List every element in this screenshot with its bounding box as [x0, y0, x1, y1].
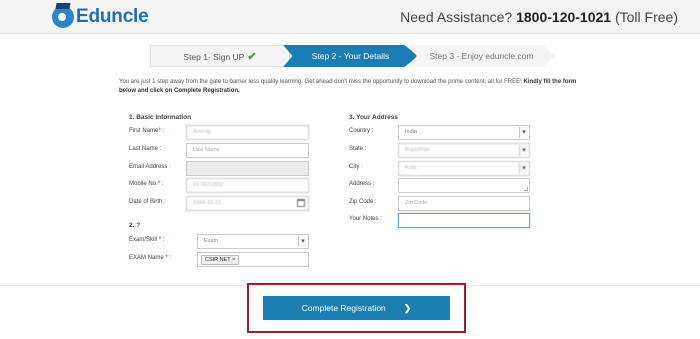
city-select[interactable]: Kota	[398, 161, 530, 176]
assistance-info: Need Assistance? 1800-120-1021 (Toll Fre…	[400, 9, 678, 25]
top-header: Eduncle Need Assistance? 1800-120-1021 (…	[0, 0, 700, 34]
assistance-label: Need Assistance?	[400, 9, 513, 25]
notes-row: Your Notes :	[349, 213, 530, 228]
city-label: City :	[349, 164, 363, 170]
exam-skill-select[interactable]: Exam	[197, 234, 309, 249]
dob-value: 1984-10-21	[193, 200, 222, 206]
complete-registration-button[interactable]: Complete Registration ❯	[263, 296, 450, 320]
tag-remove-icon[interactable]: ×	[232, 257, 235, 263]
exam-skill-label: Exam/Skill * :	[129, 237, 165, 243]
exam-name-input[interactable]: CSIR NET ×	[197, 252, 309, 267]
step-1-label: Step 1- Sign UP	[183, 52, 245, 62]
toll-free-label: (Toll Free)	[614, 9, 678, 25]
first-name-row: First Name* : Anurag	[129, 125, 309, 140]
email-input[interactable]	[186, 161, 309, 176]
intro-text: You are just 1 step away from the gate t…	[119, 78, 589, 96]
step-2-label: Step 2 - Your Details	[311, 51, 390, 61]
step-3-enjoy: Step 3 - Enjoy eduncle.com	[408, 45, 555, 67]
check-icon: ✔	[247, 51, 257, 63]
email-label: Email Address :	[129, 164, 171, 170]
mobile-row: Mobile No.* : 9178012852	[129, 178, 309, 193]
cta-highlight: Complete Registration ❯	[247, 283, 466, 333]
logo-text: Eduncle	[76, 6, 149, 27]
notes-textarea[interactable]	[398, 213, 530, 228]
first-name-label: First Name* :	[129, 128, 165, 134]
state-label: State :	[349, 146, 367, 152]
exam-name-label: EXAM Name * :	[129, 255, 172, 261]
exam-skill-row: Exam/Skill * : Exam	[129, 234, 309, 249]
mobile-input[interactable]: 9178012852	[186, 178, 309, 193]
zip-label: Zip Code :	[349, 199, 377, 205]
graduation-cap-icon	[52, 6, 74, 28]
zip-input[interactable]: Zip Code	[398, 196, 530, 211]
intro-body: You are just 1 step away from the gate t…	[119, 79, 522, 85]
step-2-your-details: Step 2 - Your Details	[283, 45, 418, 67]
first-name-input[interactable]: Anurag	[186, 125, 309, 140]
state-select[interactable]: Rajasthan	[398, 143, 530, 158]
city-row: City : Kota	[349, 161, 530, 176]
exam-name-row: EXAM Name * : CSIR NET ×	[129, 252, 309, 267]
country-label: Country :	[349, 128, 374, 134]
address-row: Address :	[349, 178, 530, 193]
last-name-input[interactable]: Last Name	[186, 143, 309, 158]
dob-input[interactable]: 1984-10-21	[186, 196, 309, 211]
complete-registration-label: Complete Registration	[301, 303, 386, 313]
last-name-label: Last Name :	[129, 146, 162, 152]
last-name-row: Last Name : Last Name	[129, 143, 309, 158]
state-row: State : Rajasthan	[349, 143, 530, 158]
email-row: Email Address :	[129, 161, 309, 176]
step-1-signup: Step 1- Sign UP ✔	[150, 45, 290, 67]
notes-label: Your Notes :	[349, 216, 382, 222]
address-title: 3. Your Address	[349, 114, 399, 121]
dob-label: Date of Birth :	[129, 199, 166, 205]
zip-row: Zip Code : Zip Code	[349, 196, 530, 211]
basic-info-title: 1. Basic Information	[129, 114, 192, 121]
chevron-right-icon: ❯	[403, 303, 412, 313]
address-label: Address :	[349, 181, 375, 187]
phone-number[interactable]: 1800-120-1021	[516, 9, 611, 25]
eduncle-logo[interactable]: Eduncle	[52, 6, 149, 28]
exam-tag: CSIR NET ×	[201, 255, 240, 265]
calendar-icon[interactable]	[297, 199, 305, 207]
step-3-label: Step 3 - Enjoy eduncle.com	[429, 51, 534, 61]
country-select[interactable]: India	[398, 125, 530, 140]
section-2-title: 2. ?	[129, 222, 141, 229]
dob-row: Date of Birth : 1984-10-21	[129, 196, 309, 211]
address-textarea[interactable]	[398, 178, 530, 193]
mobile-label: Mobile No.* :	[129, 181, 164, 187]
progress-steps: Step 1- Sign UP ✔ Step 2 - Your Details S…	[150, 45, 555, 67]
country-row: Country : India	[349, 125, 530, 140]
resize-handle-icon[interactable]	[524, 187, 528, 191]
